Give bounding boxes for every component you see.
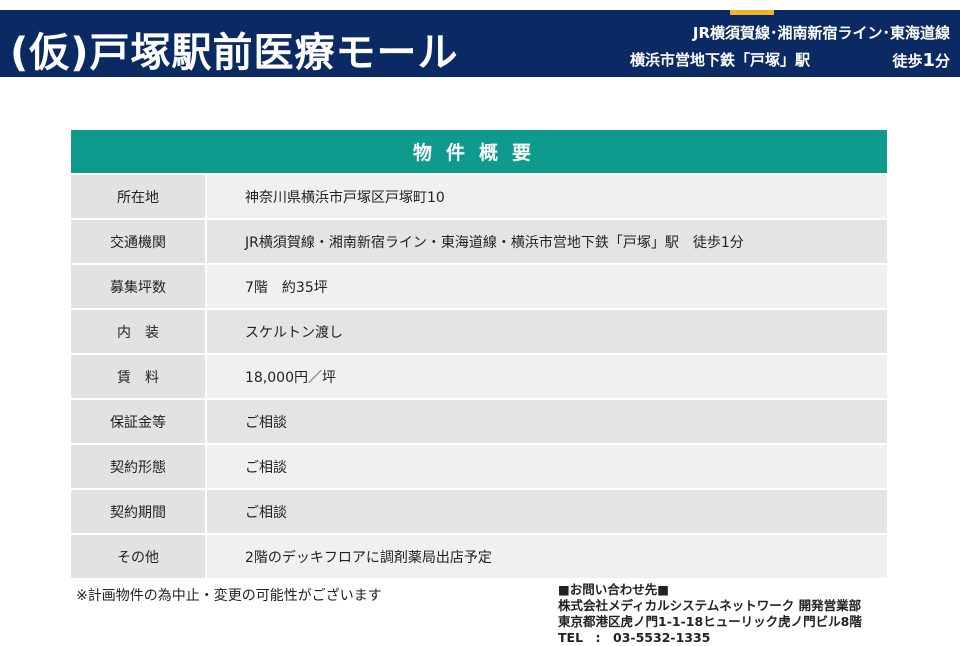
table-row-transport: 交通機関 JR横須賀線・湘南新宿ライン・東海道線・横浜市営地下鉄「戸塚」駅 徒歩… (71, 220, 887, 263)
row-value: 2階のデッキフロアに調剤薬局出店予定 (207, 535, 887, 578)
row-label: 契約形態 (71, 445, 205, 488)
table-row-contract-type: 契約形態 ご相談 (71, 445, 887, 488)
row-value: ご相談 (207, 445, 887, 488)
table-row-floor-area: 募集坪数 7階 約35坪 (71, 265, 887, 308)
access-walk: 徒歩1分 (892, 47, 950, 75)
row-label: 交通機関 (71, 220, 205, 263)
access-walk-minutes: 1 (922, 50, 935, 71)
table-title: 物件概要 (71, 130, 887, 173)
contact-info: ■お問い合わせ先■ 株式会社メディカルシステムネットワーク 開発営業部 東京都港… (558, 582, 862, 646)
row-value: ご相談 (207, 400, 887, 443)
row-label: 賃 料 (71, 355, 205, 398)
access-station: 横浜市営地下鉄「戸塚」駅 (630, 51, 811, 69)
row-value: 18,000円／坪 (207, 355, 887, 398)
row-label: 保証金等 (71, 400, 205, 443)
disclaimer-note: ※計画物件の為中止・変更の可能性がございます (76, 588, 382, 604)
contact-heading: ■お問い合わせ先■ (558, 582, 670, 597)
contact-tel: TEL : 03-5532-1335 (558, 630, 711, 645)
table-row-deposit: 保証金等 ご相談 (71, 400, 887, 443)
access-info: JR横須賀線･湘南新宿ライン･東海道線 横浜市営地下鉄「戸塚」駅 徒歩1分 (630, 20, 950, 75)
row-value: スケルトン渡し (207, 310, 887, 353)
access-walk-unit: 分 (934, 52, 950, 70)
contact-company: 株式会社メディカルシステムネットワーク 開発営業部 (558, 598, 862, 613)
table-row-other: その他 2階のデッキフロアに調剤薬局出店予定 (71, 535, 887, 578)
row-value: 神奈川県横浜市戸塚区戸塚町10 (207, 175, 887, 218)
access-lines: JR横須賀線･湘南新宿ライン･東海道線 (692, 24, 950, 42)
row-label: その他 (71, 535, 205, 578)
table-row-contract-period: 契約期間 ご相談 (71, 490, 887, 533)
contact-address: 東京都港区虎ノ門1-1-18ヒューリック虎ノ門ビル8階 (558, 614, 862, 629)
table-row-rent: 賃 料 18,000円／坪 (71, 355, 887, 398)
row-value: ご相談 (207, 490, 887, 533)
access-walk-label: 徒歩 (892, 52, 923, 70)
page-title: (仮)戸塚駅前医療モール (10, 30, 459, 76)
row-label: 契約期間 (71, 490, 205, 533)
table-row-location: 所在地 神奈川県横浜市戸塚区戸塚町10 (71, 175, 887, 218)
row-label: 所在地 (71, 175, 205, 218)
row-label: 内 装 (71, 310, 205, 353)
header-accent-bar (730, 10, 810, 15)
row-label: 募集坪数 (71, 265, 205, 308)
header-banner: (仮)戸塚駅前医療モール JR横須賀線･湘南新宿ライン･東海道線 横浜市営地下鉄… (0, 10, 960, 77)
row-value: JR横須賀線・湘南新宿ライン・東海道線・横浜市営地下鉄「戸塚」駅 徒歩1分 (207, 220, 887, 263)
table-row-interior: 内 装 スケルトン渡し (71, 310, 887, 353)
row-value: 7階 約35坪 (207, 265, 887, 308)
access-station-row: 横浜市営地下鉄「戸塚」駅 徒歩1分 (630, 47, 950, 75)
property-summary-table: 物件概要 所在地 神奈川県横浜市戸塚区戸塚町10 交通機関 JR横須賀線・湘南新… (71, 130, 887, 578)
